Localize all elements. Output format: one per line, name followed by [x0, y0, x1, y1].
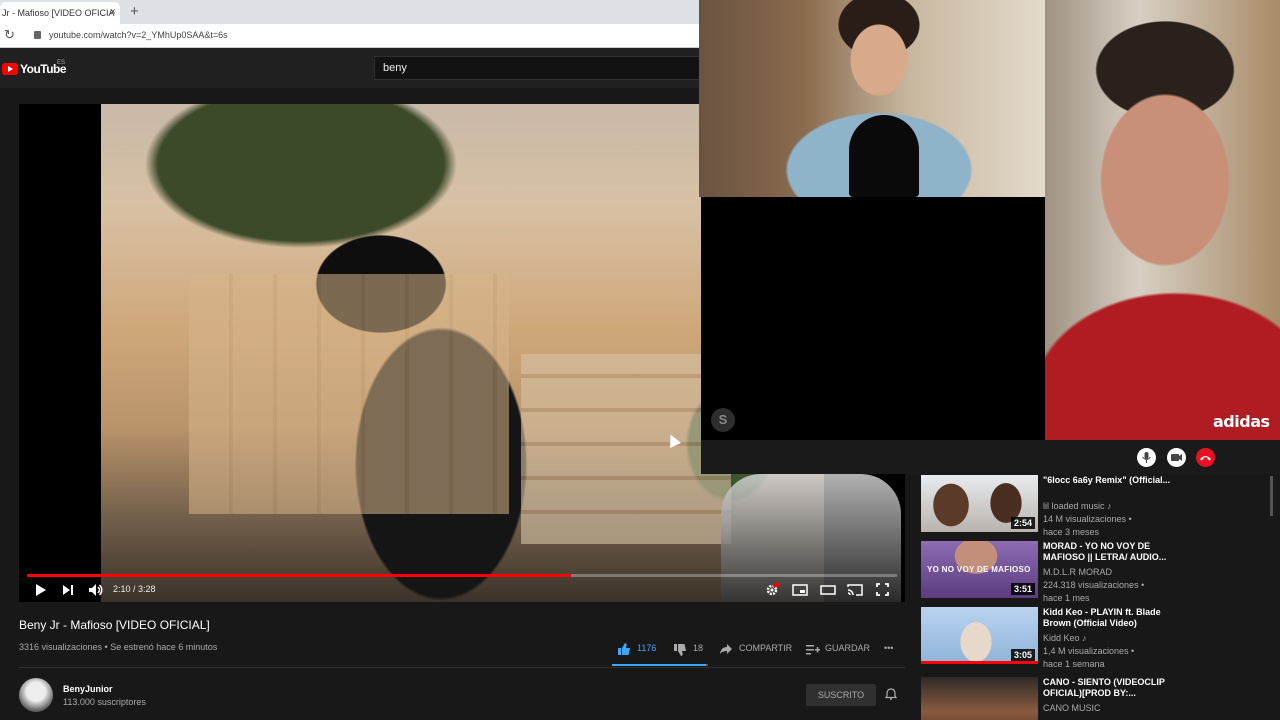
recommendation-item[interactable]: 2:54 "6locc 6a6y Remix" (Official... lil… [921, 475, 1261, 537]
time-display: 2:10 / 3:28 [113, 584, 156, 594]
hang-up-icon [1200, 456, 1211, 461]
lock-icon [34, 31, 41, 39]
video-duration: 3:51 [1010, 583, 1035, 595]
like-ratio-bar [612, 664, 708, 666]
recommendation-title[interactable]: MORAD - YO NO VOY DE MAFIOSO || LETRA/ A… [1043, 541, 1178, 563]
recommendation-thumbnail[interactable]: 2:54 [921, 475, 1038, 532]
progress-bar-fill [27, 574, 571, 577]
channel-avatar[interactable] [19, 678, 53, 712]
video-camera-icon [1171, 454, 1182, 461]
share-icon[interactable] [719, 643, 733, 655]
recommendation-thumbnail[interactable]: 3:05 [921, 607, 1038, 664]
thumbnail-text: YO NO VOY DE MAFIOSO [927, 565, 1031, 574]
recommendation-title[interactable]: CANO - SIENTO (VIDEOCLIP OFICIAL)[PROD B… [1043, 677, 1178, 699]
sidebar-scrollbar[interactable] [1270, 476, 1273, 516]
browser-tab[interactable]: Jr - Mafioso [VIDEO OFICIA × [0, 2, 120, 24]
player-controls: 2:10 / 3:28 [19, 578, 905, 602]
recommendation-item[interactable]: YO NO VOY DE MAFIOSO 3:51 MORAD - YO NO … [921, 541, 1261, 603]
watched-progress-bar [921, 661, 1038, 664]
like-ratio-fill [612, 664, 706, 666]
recommendation-title[interactable]: Kidd Keo - PLAYIN ft. Blade Brown (Offic… [1043, 607, 1178, 629]
camera-button[interactable] [1167, 448, 1186, 467]
recommendation-item[interactable]: 3:05 Kidd Keo - PLAYIN ft. Blade Brown (… [921, 607, 1261, 669]
video-title: Beny Jr - Mafioso [VIDEO OFICIAL] [19, 618, 210, 632]
webcam-blank [701, 197, 1045, 440]
recommendation-thumbnail[interactable]: YO NO VOY DE MAFIOSO 3:51 [921, 541, 1038, 598]
search-value: beny [383, 62, 407, 74]
recommendation-views: 14 M visualizaciones • [1043, 514, 1132, 524]
channel-name[interactable]: BenyJunior [63, 684, 113, 694]
subscribe-button[interactable]: SUSCRITO [806, 684, 876, 706]
youtube-header: YouTube ES beny [0, 48, 700, 88]
video-duration: 3:05 [1010, 649, 1035, 661]
video-duration: 2:54 [1010, 517, 1035, 529]
end-call-button[interactable] [1196, 448, 1215, 467]
recommendation-views: 1,4 M visualizaciones • [1043, 646, 1135, 656]
screen: Jr - Mafioso [VIDEO OFICIA × + ↻ youtube… [0, 0, 1280, 720]
video-meta: 3316 visualizaciones • Se estrenó hace 6… [19, 642, 218, 652]
shirt-logo: adidas [1213, 412, 1270, 431]
like-count: 1176 [637, 643, 657, 653]
dislike-icon[interactable] [673, 643, 687, 656]
webcam-right: adidas [1045, 0, 1280, 440]
play-icon[interactable] [35, 583, 47, 597]
recommendation-date: hace 3 meses [1043, 527, 1100, 537]
region-label: ES [57, 60, 66, 66]
search-input[interactable]: beny [374, 56, 700, 80]
theater-mode-icon[interactable] [820, 585, 836, 595]
recommendation-channel[interactable]: Kidd Keo ♪ [1043, 633, 1087, 643]
recommendation-views: 224.318 visualizaciones • [1043, 580, 1145, 590]
microphone-icon [1142, 452, 1151, 463]
recommendation-item[interactable]: CANO - SIENTO (VIDEOCLIP OFICIAL)[PROD B… [921, 677, 1261, 720]
recommendation-date: hace 1 mes [1043, 593, 1090, 603]
call-controls [701, 440, 1280, 474]
microphone-button[interactable] [1137, 448, 1156, 467]
close-icon[interactable]: × [110, 6, 116, 18]
address-bar: ↻ youtube.com/watch?v=2_YMhUp0SAA&t=6s [0, 24, 700, 48]
save-playlist-icon[interactable] [806, 644, 820, 655]
next-icon[interactable] [62, 584, 74, 596]
share-button[interactable]: COMPARTIR [739, 643, 792, 653]
webcam-left [699, 0, 1049, 197]
divider [19, 667, 905, 668]
subscriber-count: 113.000 suscriptores [63, 697, 146, 707]
recommendation-channel[interactable]: CANO MUSIC [1043, 703, 1101, 713]
recommendation-title[interactable]: "6locc 6a6y Remix" (Official... [1043, 475, 1178, 486]
video-scene-building-2 [521, 354, 731, 544]
recommendation-channel[interactable]: lil loaded music ♪ [1043, 501, 1112, 511]
new-tab-icon[interactable]: + [130, 3, 139, 20]
save-button[interactable]: GUARDAR [825, 643, 870, 653]
browser-tab-bar: Jr - Mafioso [VIDEO OFICIA × + [0, 0, 700, 24]
skype-badge: S [711, 408, 735, 432]
recommendation-channel[interactable]: M.D.L.R MORAD [1043, 567, 1112, 577]
notification-bell-icon[interactable] [885, 688, 897, 700]
fullscreen-icon[interactable] [876, 583, 889, 596]
cast-icon[interactable] [847, 583, 863, 596]
youtube-logo-icon[interactable] [2, 63, 18, 75]
volume-icon[interactable] [88, 583, 104, 597]
recommendation-date: hace 1 semana [1043, 659, 1105, 669]
like-icon[interactable] [617, 642, 631, 655]
dislike-count: 18 [693, 643, 704, 653]
settings-icon[interactable] [765, 583, 779, 597]
progress-bar[interactable] [27, 574, 897, 577]
url-field[interactable]: youtube.com/watch?v=2_YMhUp0SAA&t=6s [49, 30, 228, 40]
recommendation-thumbnail[interactable] [921, 677, 1038, 720]
tab-title: Jr - Mafioso [VIDEO OFICIA [2, 8, 115, 18]
video-scene-building [189, 274, 509, 514]
reload-icon[interactable]: ↻ [4, 27, 15, 43]
miniplayer-icon[interactable] [792, 584, 808, 596]
more-actions-icon[interactable]: ••• [884, 643, 893, 653]
microphone [849, 115, 919, 197]
